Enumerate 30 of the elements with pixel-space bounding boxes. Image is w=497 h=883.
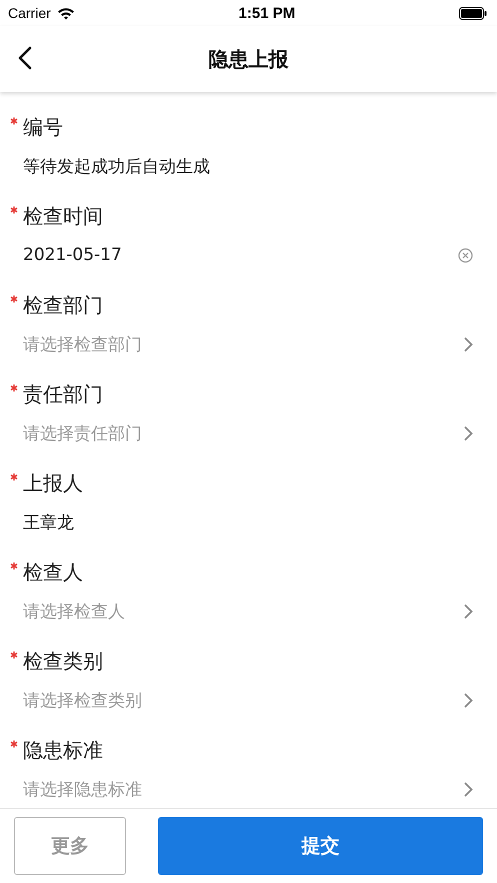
picker-field[interactable]: 请选择隐患标准 bbox=[10, 769, 473, 808]
status-time: 1:51 PM bbox=[238, 4, 296, 22]
more-button[interactable]: 更多 bbox=[14, 817, 126, 875]
field-label: 编号 bbox=[23, 114, 63, 141]
field-label: 检查人 bbox=[23, 559, 83, 586]
clear-icon[interactable] bbox=[458, 248, 473, 262]
picker-field[interactable]: 请选择检查类别 bbox=[10, 680, 473, 720]
page-title: 隐患上报 bbox=[208, 46, 288, 72]
field-value-row-text: 等待发起成功后自动生成 bbox=[22, 156, 211, 178]
back-icon[interactable] bbox=[18, 46, 32, 70]
field-label: 检查时间 bbox=[23, 203, 103, 230]
carrier-name: Carrier bbox=[8, 5, 51, 21]
picker-field[interactable]: 请选择责任部门 bbox=[10, 413, 473, 453]
chevron-right-icon bbox=[464, 782, 473, 796]
field-label: 隐患标准 bbox=[23, 737, 103, 764]
field-label: 责任部门 bbox=[23, 381, 103, 408]
chevron-right-icon bbox=[464, 336, 473, 352]
chevron-right-icon bbox=[464, 426, 473, 440]
wifi-icon bbox=[56, 6, 75, 20]
picker-field[interactable]: 请选择检查人 bbox=[10, 591, 473, 631]
submit-button[interactable]: 提交 bbox=[158, 817, 483, 875]
chevron-right-icon bbox=[464, 604, 473, 618]
battery-icon bbox=[458, 6, 487, 20]
field-value-row-text: 王章龙 bbox=[22, 512, 75, 534]
picker-field[interactable]: 2021-05-17 bbox=[10, 235, 473, 275]
picker-field[interactable]: 请选择检查部门 bbox=[10, 324, 473, 364]
chevron-right-icon bbox=[464, 692, 473, 708]
field-label: 检查部门 bbox=[23, 292, 103, 319]
field-label: 检查类别 bbox=[23, 648, 103, 675]
field-label: 上报人 bbox=[23, 470, 83, 497]
